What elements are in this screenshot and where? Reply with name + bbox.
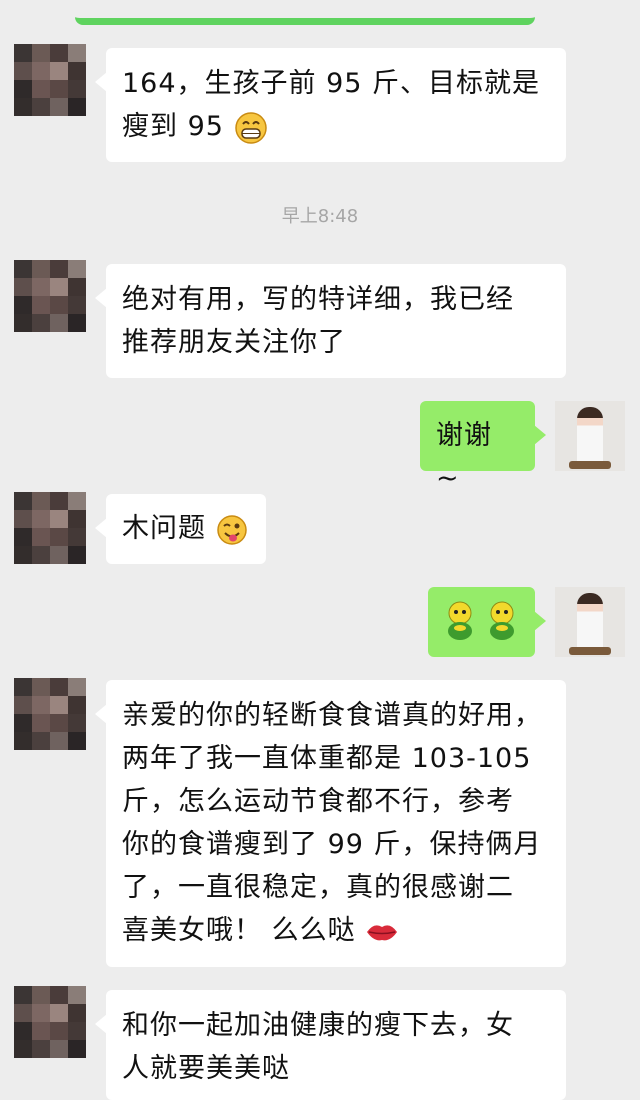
previous-message-edge (75, 0, 535, 25)
message-text-line: 人就要美美哒 (122, 1053, 290, 1084)
message-text-line: 绝对有用，写的特详细，我已经 (122, 284, 514, 315)
avatar-stool (569, 461, 611, 469)
incoming-message-bubble[interactable]: 和你一起加油健康的瘦下去，女 人就要美美哒 (95, 990, 566, 1100)
contact-avatar[interactable] (14, 260, 86, 332)
message-text: 谢谢 ~ (436, 420, 492, 494)
message-text: 瘦到 95 (122, 111, 224, 142)
avatar-figure (577, 593, 603, 655)
contact-avatar[interactable] (14, 492, 86, 564)
message-text-line: 推荐朋友关注你了 (122, 327, 346, 358)
grinning-emoji-icon (234, 111, 267, 144)
message-text-line: 和你一起加油健康的瘦下去，女 (122, 1010, 514, 1041)
outgoing-message-bubble[interactable]: 谢谢 ~ (420, 401, 546, 494)
message-timestamp: 早上8:48 (281, 206, 359, 227)
message-text-line: 了，一直很稳定，真的很感谢二 (122, 872, 514, 903)
winking-tongue-emoji-icon (216, 514, 247, 545)
message-text: 木问题 (122, 513, 206, 544)
message-text-line-with-emoji: 喜美女哦！ 么么哒 (122, 909, 550, 952)
incoming-message-bubble[interactable]: 绝对有用，写的特详细，我已经 推荐朋友关注你了 (95, 264, 566, 378)
message-text-line: 斤，怎么运动节食都不行，参考 (122, 786, 514, 817)
self-avatar[interactable] (555, 401, 625, 471)
message-text-line-with-emoji: 瘦到 95 (122, 105, 550, 148)
avatar-stool (569, 647, 611, 655)
avatar-figure (577, 407, 603, 469)
message-text-line: 你的食谱瘦到了 99 斤，保持俩月 (122, 829, 542, 860)
message-text-line: 两年了我一直体重都是 103-105 (122, 743, 532, 774)
message-text-line: 164，生孩子前 95 斤、目标就是 (122, 68, 541, 99)
incoming-message-bubble[interactable]: 亲爱的你的轻断食食谱真的好用， 两年了我一直体重都是 103-105 斤，怎么运… (95, 680, 566, 967)
lips-emoji-icon (367, 924, 398, 940)
message-text-line: 亲爱的你的轻断食食谱真的好用， (122, 700, 542, 731)
outgoing-message-bubble[interactable] (428, 587, 546, 657)
green-figure-emoji-icon (448, 601, 514, 640)
contact-avatar[interactable] (14, 986, 86, 1058)
contact-avatar[interactable] (14, 678, 86, 750)
self-avatar[interactable] (555, 587, 625, 657)
message-text: 喜美女哦！ 么么哒 (122, 915, 356, 946)
incoming-message-bubble[interactable]: 木问题 (95, 494, 266, 564)
contact-avatar[interactable] (14, 44, 86, 116)
incoming-message-bubble[interactable]: 164，生孩子前 95 斤、目标就是 瘦到 95 (95, 48, 566, 162)
